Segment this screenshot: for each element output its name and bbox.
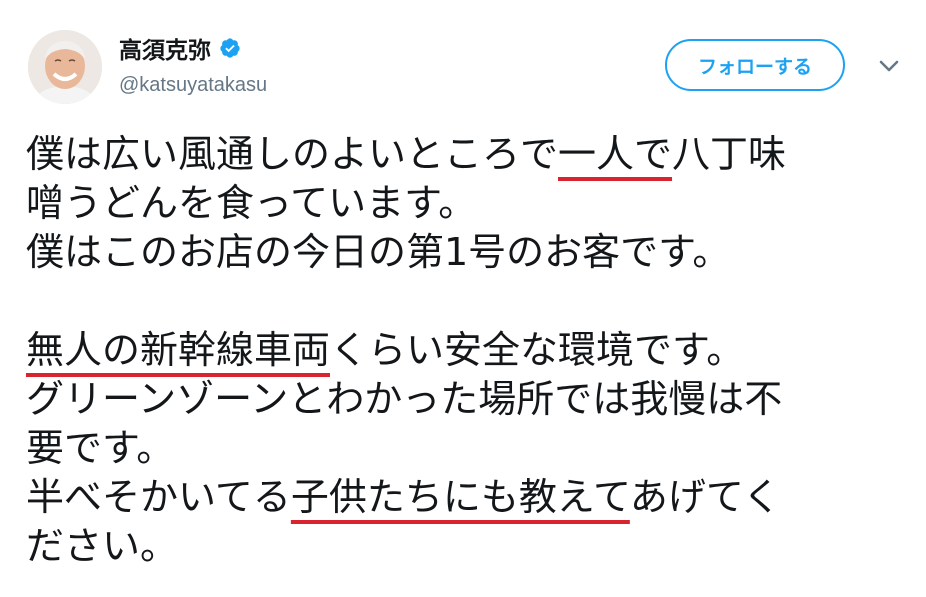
tweet-line: 半べそかいてる子供たちにも教えてあげてく	[26, 473, 906, 522]
chevron-down-icon[interactable]	[876, 56, 902, 76]
tweet-text-segment: 八丁味	[672, 132, 787, 176]
follow-button[interactable]: フォローする	[665, 39, 845, 91]
tweet-line: グリーンゾーンとわかった場所では我慢は不	[26, 377, 783, 421]
avatar-photo	[28, 30, 102, 104]
name-row: 高須克弥	[119, 32, 241, 64]
user-handle[interactable]: @katsuyatakasu	[119, 74, 267, 97]
verified-badge-icon	[220, 38, 240, 58]
tweet-card: 高須克弥 @katsuyatakasu フォローする 僕は広い風通しのよいところ…	[0, 0, 926, 597]
tweet-text-segment: 半べそかいてる	[26, 475, 291, 519]
avatar[interactable]	[28, 30, 102, 104]
tweet-text-segment: 僕は広い風通しのよいところで	[26, 132, 559, 176]
red-underlined-text: 一人で	[558, 132, 673, 176]
paragraph-break	[26, 277, 906, 326]
red-underlined-text: 無人の新幹線車両	[26, 328, 331, 372]
red-underlined-text: 子供たちにも教えて	[290, 475, 630, 519]
tweet-text: 僕は広い風通しのよいところで一人で八丁味 噌うどんを食っています。 僕はこのお店…	[26, 130, 906, 571]
tweet-line: 僕は広い風通しのよいところで一人で八丁味	[26, 130, 906, 179]
tweet-text-segment: あげてく	[629, 475, 781, 519]
tweet-text-segment: くらい安全な環境です。	[330, 328, 745, 372]
tweet-line: 無人の新幹線車両くらい安全な環境です。	[26, 326, 906, 375]
display-name[interactable]: 高須克弥	[119, 31, 211, 65]
tweet-line: 僕はこのお店の今日の第1号のお客です。	[26, 230, 731, 274]
tweet-line: 要です。	[26, 426, 175, 470]
tweet-line: 噌うどんを食っています。	[26, 181, 477, 225]
tweet-line: ださい。	[26, 524, 179, 568]
